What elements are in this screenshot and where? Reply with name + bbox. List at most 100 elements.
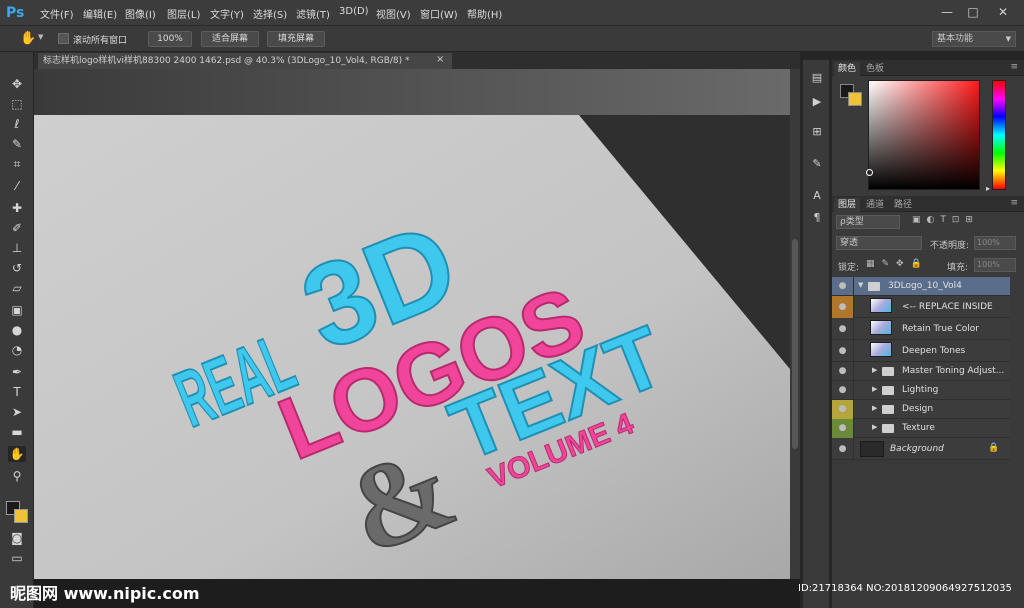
watermark-id: ID:21718364 NO:20181209064927512035 [798, 583, 1012, 594]
shape-tool-icon[interactable]: ▬ [8, 424, 26, 440]
document-tab[interactable]: 标志样机logo样机vi样机88300 2400 1462.psd @ 40.3… [38, 53, 452, 69]
chevron-right-icon[interactable]: ▶ [872, 404, 877, 412]
brush-panel-icon[interactable]: ✎ [808, 156, 826, 172]
tab-layers[interactable]: 图层 [834, 198, 861, 212]
menu-type[interactable]: 文字(Y) [210, 6, 244, 21]
zoom-100-button[interactable]: 100% [148, 31, 192, 47]
color-picker-cursor[interactable] [866, 169, 873, 176]
layer-row[interactable]: ● ▶ Texture [832, 419, 1010, 438]
tab-paths[interactable]: 路径 [890, 198, 916, 212]
layer-row[interactable]: ● ▶ Lighting [832, 381, 1010, 400]
visibility-eye-icon[interactable]: ● [832, 400, 854, 419]
close-window-button[interactable]: ✕ [992, 4, 1014, 20]
menu-edit[interactable]: 编辑(E) [83, 6, 117, 21]
fill-screen-button[interactable]: 填充屏幕 [267, 31, 325, 47]
color-picker-field[interactable] [866, 80, 980, 190]
screen-mode-icon[interactable]: ▭ [8, 550, 26, 566]
folder-icon [882, 405, 894, 414]
eyedropper-tool-icon[interactable]: ⁄ [8, 178, 26, 194]
fit-screen-button[interactable]: 适合屏幕 [201, 31, 259, 47]
menu-filter[interactable]: 滤镜(T) [296, 6, 330, 21]
visibility-eye-icon[interactable]: ● [832, 362, 854, 381]
quick-mask-icon[interactable]: ◙ [8, 530, 26, 546]
workspace-select[interactable]: 基本功能 ▼ [932, 31, 1016, 47]
menu-image[interactable]: 图像(I) [125, 6, 156, 21]
hand-tool-icon[interactable]: ✋ [8, 446, 26, 462]
chevron-down-icon[interactable]: ▼ [858, 281, 863, 289]
tab-color[interactable]: 颜色 [834, 62, 861, 76]
visibility-eye-icon[interactable]: ● [832, 277, 854, 296]
opacity-input[interactable]: 100% [974, 236, 1016, 250]
visibility-eye-icon[interactable]: ● [832, 438, 854, 460]
canvas[interactable]: REAL 3D LOGOS TEXT & VOLUME 4 [34, 69, 790, 579]
fill-input[interactable]: 100% [974, 258, 1016, 272]
history-panel-icon[interactable]: ▤ [808, 70, 826, 86]
visibility-eye-icon[interactable]: ● [832, 419, 854, 438]
healing-brush-tool-icon[interactable]: ✚ [8, 200, 26, 216]
menu-file[interactable]: 文件(F) [40, 6, 74, 21]
folder-icon [882, 367, 894, 376]
brush-tool-icon[interactable]: ✐ [8, 220, 26, 236]
blend-mode-select[interactable]: 穿透 [836, 236, 922, 250]
layer-row[interactable]: ● Retain True Color [832, 318, 1010, 340]
minimize-button[interactable]: — [936, 4, 958, 20]
paragraph-panel-icon[interactable]: ¶ [808, 210, 826, 226]
tab-channels[interactable]: 通道 [862, 198, 888, 212]
menu-window[interactable]: 窗口(W) [420, 6, 458, 21]
actions-panel-icon[interactable]: ▶ [808, 94, 826, 110]
menu-select[interactable]: 选择(S) [253, 6, 287, 21]
maximize-button[interactable]: □ [962, 4, 984, 20]
visibility-eye-icon[interactable]: ● [832, 340, 854, 362]
layer-row[interactable]: ● ▼ 3DLogo_10_Vol4 [832, 277, 1010, 296]
layer-row[interactable]: ● ▶ Master Toning Adjust... [832, 362, 1010, 381]
vertical-scrollbar[interactable] [790, 69, 800, 579]
menu-help[interactable]: 帮助(H) [467, 6, 502, 21]
color-bg-swatch[interactable] [848, 92, 862, 106]
move-tool-icon[interactable]: ✥ [8, 76, 26, 92]
menu-layer[interactable]: 图层(L) [167, 6, 200, 21]
visibility-eye-icon[interactable]: ● [832, 381, 854, 400]
layer-row[interactable]: ● Deepen Tones [832, 340, 1010, 362]
crop-tool-icon[interactable]: ⌗ [8, 156, 26, 172]
dodge-tool-icon[interactable]: ◔ [8, 342, 26, 358]
zoom-tool-icon[interactable]: ⚲ [8, 468, 26, 484]
character-panel-icon[interactable]: A [808, 188, 826, 204]
path-select-tool-icon[interactable]: ➤ [8, 404, 26, 420]
chevron-right-icon[interactable]: ▶ [872, 423, 877, 431]
panel-menu-icon[interactable]: ≡ [1010, 62, 1018, 72]
quick-select-tool-icon[interactable]: ✎ [8, 136, 26, 152]
tab-swatches[interactable]: 色板 [862, 62, 888, 76]
blur-tool-icon[interactable]: ● [8, 322, 26, 338]
layer-filter-select[interactable]: ρ类型 [836, 215, 900, 229]
marquee-tool-icon[interactable]: ⬚ [8, 96, 26, 112]
chevron-right-icon[interactable]: ▶ [872, 385, 877, 393]
chevron-right-icon[interactable]: ▶ [872, 366, 877, 374]
lasso-tool-icon[interactable]: ℓ [8, 116, 26, 132]
menu-bar: Ps 文件(F) 编辑(E) 图像(I) 图层(L) 文字(Y) 选择(S) 滤… [0, 0, 1024, 26]
close-tab-icon[interactable]: × [436, 54, 444, 65]
vertical-scroll-thumb[interactable] [792, 239, 798, 449]
scroll-all-windows-checkbox[interactable] [58, 33, 69, 44]
layer-filter-icons[interactable]: ▣◐T⊡⊞ [912, 215, 979, 225]
eraser-tool-icon[interactable]: ▱ [8, 280, 26, 296]
layer-row[interactable]: ● Background 🔒 [832, 438, 1010, 460]
panel-menu-icon[interactable]: ≡ [1010, 198, 1018, 208]
layer-row[interactable]: ● ▶ Design [832, 400, 1010, 419]
chevron-down-icon[interactable]: ▼ [38, 33, 43, 41]
clone-stamp-tool-icon[interactable]: ⊥ [8, 240, 26, 256]
menu-3d[interactable]: 3D(D) [339, 6, 369, 17]
visibility-eye-icon[interactable]: ● [832, 296, 854, 318]
type-tool-icon[interactable]: T [8, 384, 26, 400]
hue-slider[interactable] [992, 80, 1006, 190]
hand-tool-icon[interactable]: ✋ [20, 31, 36, 46]
pen-tool-icon[interactable]: ✒ [8, 364, 26, 380]
layer-row[interactable]: ● <-- REPLACE INSIDE [832, 296, 1010, 318]
lock-icons[interactable]: ▦✎✥🔒 [866, 259, 929, 269]
menu-view[interactable]: 视图(V) [376, 6, 411, 21]
hue-slider-marker-icon[interactable]: ▸ [986, 184, 990, 193]
history-brush-tool-icon[interactable]: ↺ [8, 260, 26, 276]
properties-panel-icon[interactable]: ⊞ [808, 124, 826, 140]
visibility-eye-icon[interactable]: ● [832, 318, 854, 340]
gradient-tool-icon[interactable]: ▣ [8, 302, 26, 318]
background-color-swatch[interactable] [14, 509, 28, 523]
